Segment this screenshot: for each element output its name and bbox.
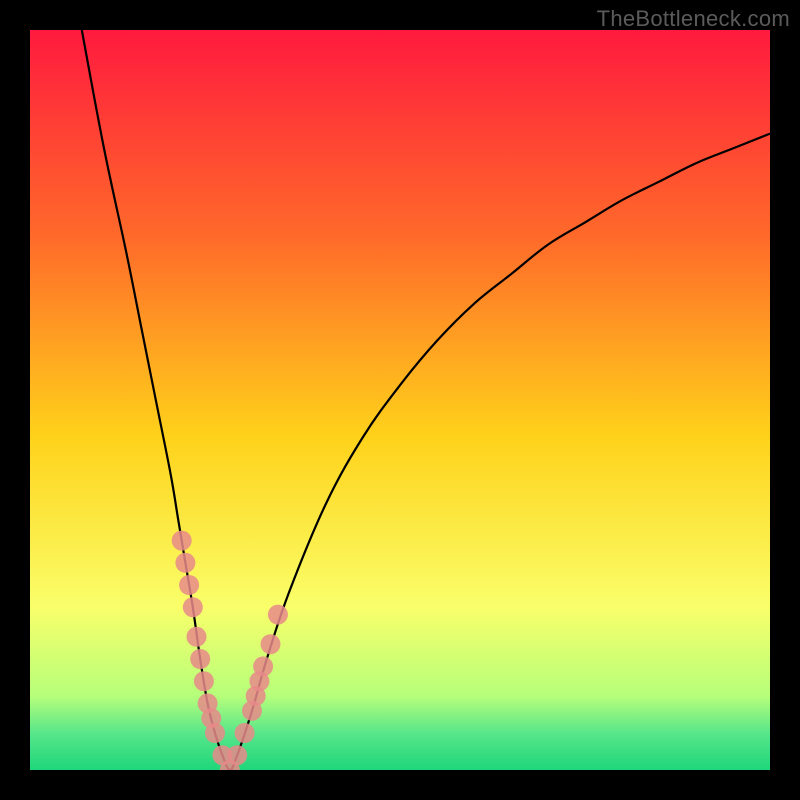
- highlight-marker: [187, 627, 207, 647]
- highlight-marker: [194, 671, 214, 691]
- highlight-marker: [205, 723, 225, 743]
- highlight-marker: [268, 605, 288, 625]
- highlight-marker: [183, 597, 203, 617]
- bottleneck-curve: [82, 30, 770, 770]
- highlighted-markers: [172, 531, 288, 770]
- highlight-marker: [261, 634, 281, 654]
- highlight-marker: [179, 575, 199, 595]
- highlight-marker: [175, 553, 195, 573]
- highlight-marker: [227, 745, 247, 765]
- highlight-marker: [235, 723, 255, 743]
- highlight-marker: [190, 649, 210, 669]
- highlight-marker: [253, 656, 273, 676]
- highlight-marker: [172, 531, 192, 551]
- chart-overlay: [30, 30, 770, 770]
- watermark-text: TheBottleneck.com: [597, 6, 790, 32]
